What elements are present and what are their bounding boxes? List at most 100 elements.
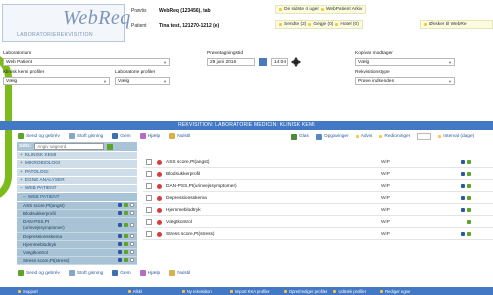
checkbox-icon[interactable] xyxy=(130,258,134,263)
info-icon[interactable] xyxy=(118,211,122,216)
sidebar-sub-item[interactable]: DAN-PSS,Pt (urinvejssymptomer) xyxy=(17,217,137,233)
add-icon[interactable] xyxy=(467,160,471,164)
hjalp-button[interactable]: Hjælp xyxy=(139,133,160,139)
stoft-button-bottom[interactable]: Stoft gisning xyxy=(68,270,103,276)
add-icon[interactable] xyxy=(467,172,471,176)
footer-support[interactable]: Support xyxy=(18,289,38,294)
info-icon[interactable] xyxy=(118,222,122,227)
info-icon[interactable] xyxy=(118,250,122,255)
table-row[interactable]: Vægtkontrol WiP xyxy=(143,217,493,228)
logo-sub-text: LABORATORIEREKVISITION xyxy=(17,32,93,38)
footer-rediger[interactable]: Rediger egne xyxy=(380,289,410,294)
table-row[interactable]: Hjemmeblodtryk WiP xyxy=(143,205,493,216)
rekv-select[interactable]: Prøve indsendes ▼ xyxy=(355,77,455,85)
sidebar-item-mikrobiologi[interactable]: + MIKROBIOLOGI xyxy=(17,160,137,169)
checkbox-icon[interactable] xyxy=(130,211,134,216)
table-row[interactable]: ASS score,Pt(angst) WiP xyxy=(143,157,493,168)
glas-button[interactable]: Glas xyxy=(291,133,309,140)
sidebar-sub-item[interactable]: Hjemmeblodtryk xyxy=(17,240,137,249)
nulstil-button-bottom[interactable]: Nulstil xyxy=(169,270,190,276)
advis-button[interactable]: Advis xyxy=(355,134,372,139)
checkbox-icon[interactable] xyxy=(130,222,134,227)
stoft-button[interactable]: Stoft gisning xyxy=(68,133,103,139)
rekv-label: Rekvisitionstype xyxy=(355,70,390,75)
add-icon[interactable] xyxy=(124,222,128,227)
row-checkbox[interactable] xyxy=(146,159,152,165)
checkbox-icon[interactable] xyxy=(130,203,134,208)
laboratorium-select[interactable]: Web Patient ▼ xyxy=(3,58,170,66)
add-icon[interactable] xyxy=(124,242,128,247)
klinik-select[interactable]: Vælg ▼ xyxy=(3,77,110,85)
add-icon[interactable] xyxy=(124,250,128,255)
sidebar-sub-item[interactable]: Stress score,Pt(stress) xyxy=(17,256,137,265)
sidebar-item-klinisk-kemi[interactable]: + KLINISK KEMI xyxy=(17,152,137,161)
info-icon[interactable] xyxy=(461,208,465,212)
info-icon[interactable] xyxy=(118,242,122,247)
add-icon[interactable] xyxy=(467,232,471,236)
add-icon[interactable] xyxy=(124,234,128,239)
time-input[interactable]: 14:04 xyxy=(271,58,288,66)
table-row[interactable]: Stress score,Pt(stress) WiP xyxy=(143,229,493,240)
add-icon[interactable] xyxy=(124,203,128,208)
sidebar-sub-item[interactable]: Blodsukkerprofil xyxy=(17,209,137,218)
kopivar-select[interactable]: Vælg ▼ xyxy=(355,58,455,66)
table-row[interactable]: Blodsukkerprofil WiP xyxy=(143,169,493,180)
opgaver-button[interactable]: Opgavinger xyxy=(315,133,349,140)
add-icon[interactable] xyxy=(467,220,471,224)
row-checkbox[interactable] xyxy=(146,231,152,237)
info-icon[interactable] xyxy=(118,234,122,239)
interval-field[interactable]: Interval (dage) xyxy=(438,134,474,139)
add-icon[interactable] xyxy=(467,196,471,200)
checkbox-icon[interactable] xyxy=(130,242,134,247)
sidebar-item-egne-analyser[interactable]: + EGNE ANALYSER xyxy=(17,176,137,186)
footer-afskl[interactable]: Afskl xyxy=(127,289,142,294)
row-checkbox[interactable] xyxy=(146,171,152,177)
footer-opret[interactable]: Opret/rediger profiler xyxy=(283,289,327,294)
gem-button-bottom[interactable]: Gem xyxy=(112,270,131,276)
info-icon[interactable] xyxy=(461,232,465,236)
sidebar-sub-item[interactable]: ASS score,Pt(angst) xyxy=(17,201,137,210)
rediger-button[interactable]: Redioninger xyxy=(379,134,410,139)
lab-profiler-select[interactable]: Vælg ▼ xyxy=(115,77,170,85)
add-icon[interactable] xyxy=(124,211,128,216)
hjalp-button-bottom[interactable]: Hjælp xyxy=(139,270,160,276)
rediger-input[interactable] xyxy=(417,133,432,140)
checkbox-icon[interactable] xyxy=(130,250,134,255)
sidebar-item-patologi[interactable]: + PATOLOGI xyxy=(17,168,137,177)
footer-import[interactable]: Import KKA profiler xyxy=(229,289,270,294)
sidebar-sub-item[interactable]: Depressionsskema xyxy=(17,232,137,241)
send-button[interactable]: Send og gebrév xyxy=(18,133,60,139)
info-icon[interactable] xyxy=(461,172,465,176)
info-wishes[interactable]: Ønsker til WebRe xyxy=(420,20,493,29)
add-icon[interactable] xyxy=(467,208,471,212)
info-icon[interactable] xyxy=(461,196,465,200)
gem-button[interactable]: Gem xyxy=(112,133,131,139)
info-recent[interactable]: De sidste 4 uger WebPatient Arkiv xyxy=(275,5,367,14)
date-input[interactable]: 29 juni 2016 xyxy=(207,58,255,66)
info-sent[interactable]: Sendte (2) Gegje (0) Hotel (0) xyxy=(275,20,363,29)
sidebar-subheader[interactable]: − WEB PATIENT xyxy=(17,193,137,202)
nulstil-button[interactable]: Nulstil xyxy=(169,133,190,139)
send-button-bottom[interactable]: Send og gebrév xyxy=(18,270,60,276)
row-checkbox[interactable] xyxy=(146,219,152,225)
table-row[interactable]: Depressionsskema WiP xyxy=(143,193,493,204)
add-icon[interactable] xyxy=(467,184,471,188)
add-icon[interactable] xyxy=(124,258,128,263)
row-checkbox[interactable] xyxy=(146,183,152,189)
table-row[interactable]: DAN-PSS,Pt(urinvejssymptomer) WiP xyxy=(143,181,493,192)
row-checkbox[interactable] xyxy=(146,207,152,213)
info-icon[interactable] xyxy=(118,203,122,208)
search-icon[interactable] xyxy=(107,143,114,150)
info-icon[interactable] xyxy=(461,160,465,164)
calendar-icon[interactable] xyxy=(259,58,267,66)
footer-udtraek[interactable]: Udtræk profiler xyxy=(333,289,366,294)
row-checkbox[interactable] xyxy=(146,195,152,201)
info-icon[interactable] xyxy=(461,184,465,188)
sidebar-sub-item[interactable]: Vægtkontrol xyxy=(17,248,137,257)
checkbox-icon[interactable] xyxy=(130,234,134,239)
search-input[interactable] xyxy=(34,143,105,150)
info-icon[interactable] xyxy=(118,258,122,263)
footer-ny-rekvisition[interactable]: Ny rekvisition xyxy=(181,289,212,294)
time-picker-icon[interactable] xyxy=(291,57,301,67)
sidebar-item-web-patient[interactable]: − WEB PATIENT xyxy=(17,185,137,194)
